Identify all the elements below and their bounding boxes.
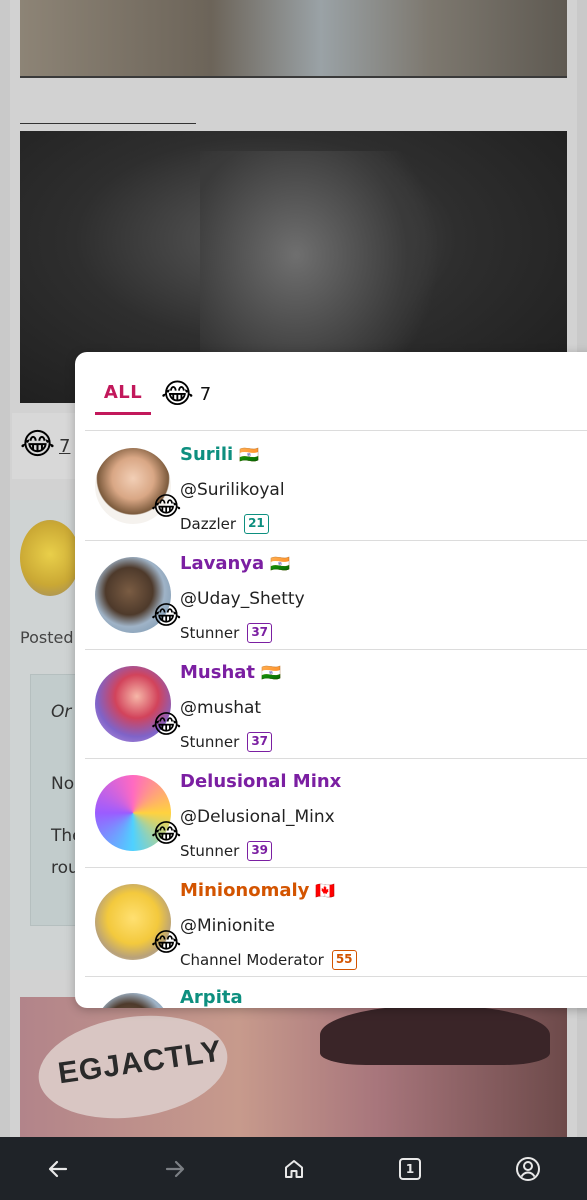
arrow-right-icon bbox=[165, 1160, 185, 1177]
india-flag-icon: 🇮🇳 bbox=[270, 554, 291, 573]
user-name-text: Arpita bbox=[180, 987, 243, 1008]
rank-title: Stunner bbox=[180, 842, 240, 860]
meme-image: EGJACTLY bbox=[20, 997, 567, 1137]
user-handle: @mushat bbox=[180, 698, 262, 718]
meme-hat bbox=[320, 1005, 550, 1065]
user-handle: @Uday_Shetty bbox=[180, 589, 305, 609]
tabs-button[interactable]: 1 bbox=[380, 1137, 440, 1200]
canada-flag-icon: 🇨🇦 bbox=[315, 881, 336, 900]
forward-button[interactable] bbox=[145, 1137, 205, 1200]
meme-bubble: EGJACTLY bbox=[31, 1004, 235, 1130]
tab-laugh[interactable]: 😂 7 bbox=[161, 376, 211, 412]
rank-title: Dazzler bbox=[180, 515, 237, 533]
user-name-text: Delusional Minx bbox=[180, 771, 342, 792]
user-handle: @Minionite bbox=[180, 916, 275, 936]
list-item[interactable]: 😂 Surili 🇮🇳 @Surilikoyal Dazzler 21 bbox=[85, 432, 587, 541]
rank-title: Channel Moderator bbox=[180, 951, 324, 969]
user-rank: Channel Moderator 55 bbox=[180, 950, 357, 970]
back-button[interactable] bbox=[28, 1137, 88, 1200]
active-tab-indicator bbox=[95, 412, 151, 415]
user-name-text: Lavanya bbox=[180, 553, 265, 574]
user-rank: Dazzler 21 bbox=[180, 514, 269, 534]
laugh-emoji-icon: 😂 bbox=[151, 710, 182, 740]
user-handle: @Delusional_Minx bbox=[180, 807, 335, 827]
rank-title: Stunner bbox=[180, 733, 240, 751]
list-item[interactable]: 😂 Minionomaly 🇨🇦 @Minionite Channel Mode… bbox=[85, 868, 587, 977]
author-avatar[interactable] bbox=[20, 520, 80, 596]
tab-all-label: ALL bbox=[103, 382, 143, 403]
user-name-text: Mushat bbox=[180, 662, 256, 683]
level-badge: 21 bbox=[244, 514, 269, 534]
reactions-modal: ALL 😂 7 😂 Surili 🇮🇳 @Surilikoyal Dazzler… bbox=[75, 352, 587, 1008]
user-rank: Stunner 39 bbox=[180, 841, 273, 861]
india-flag-icon: 🇮🇳 bbox=[239, 445, 260, 464]
user-name[interactable]: Lavanya 🇮🇳 bbox=[180, 553, 290, 574]
user-name-text: Minionomaly bbox=[180, 880, 310, 901]
laugh-emoji-icon: 😂 bbox=[161, 377, 194, 410]
arrow-left-icon bbox=[48, 1160, 68, 1177]
user-name[interactable]: Mushat 🇮🇳 bbox=[180, 662, 281, 683]
browser-bottom-bar: 1 bbox=[0, 1137, 587, 1200]
laugh-emoji-icon: 😂 bbox=[151, 492, 182, 522]
user-name[interactable]: Minionomaly 🇨🇦 bbox=[180, 880, 335, 901]
tabs-count: 1 bbox=[405, 1161, 415, 1176]
avatar[interactable] bbox=[95, 993, 171, 1008]
rank-title: Stunner bbox=[180, 624, 240, 642]
laugh-emoji-icon: 😂 bbox=[20, 427, 56, 462]
laugh-emoji-icon: 😂 bbox=[151, 928, 182, 958]
user-name[interactable]: Arpita bbox=[180, 987, 243, 1008]
user-name[interactable]: Surili 🇮🇳 bbox=[180, 444, 259, 465]
list-item[interactable]: 😂 Delusional Minx @Delusional_Minx Stunn… bbox=[85, 759, 587, 868]
meme-text: EGJACTLY bbox=[55, 1034, 225, 1091]
reaction-tabs: ALL 😂 7 bbox=[75, 352, 587, 432]
list-item[interactable]: 😂 Lavanya 🇮🇳 @Uday_Shetty Stunner 37 bbox=[85, 541, 587, 650]
quote-text: No bbox=[51, 774, 75, 794]
quote-text: Or bbox=[51, 702, 72, 722]
list-item[interactable]: 😂 Mushat 🇮🇳 @mushat Stunner 37 bbox=[85, 650, 587, 759]
separator-line bbox=[20, 123, 196, 124]
user-rank: Stunner 37 bbox=[180, 732, 273, 752]
user-handle: @Surilikoyal bbox=[180, 480, 285, 500]
tab-laugh-count: 7 bbox=[199, 383, 212, 405]
posted-label: Posted bbox=[20, 628, 74, 647]
home-button[interactable] bbox=[264, 1137, 324, 1200]
level-badge: 37 bbox=[247, 623, 273, 643]
level-badge: 55 bbox=[331, 950, 357, 970]
india-flag-icon: 🇮🇳 bbox=[261, 663, 281, 682]
user-name[interactable]: Delusional Minx bbox=[180, 771, 341, 792]
level-badge: 37 bbox=[247, 732, 273, 752]
level-badge: 39 bbox=[247, 841, 273, 861]
tab-all[interactable]: ALL bbox=[95, 382, 151, 415]
reactor-list[interactable]: 😂 Surili 🇮🇳 @Surilikoyal Dazzler 21 😂 La… bbox=[85, 432, 587, 1008]
reaction-count-link[interactable]: 7 bbox=[59, 436, 70, 457]
home-icon bbox=[285, 1159, 303, 1178]
list-item[interactable]: Arpita bbox=[85, 977, 587, 1008]
account-icon bbox=[516, 1156, 540, 1181]
profile-button[interactable] bbox=[498, 1137, 558, 1200]
user-rank: Stunner 37 bbox=[180, 623, 273, 643]
post-image-top bbox=[20, 0, 567, 78]
divider bbox=[85, 430, 587, 431]
laugh-emoji-icon: 😂 bbox=[151, 819, 182, 849]
user-name-text: Surili bbox=[180, 444, 234, 465]
laugh-emoji-icon: 😂 bbox=[151, 601, 182, 631]
